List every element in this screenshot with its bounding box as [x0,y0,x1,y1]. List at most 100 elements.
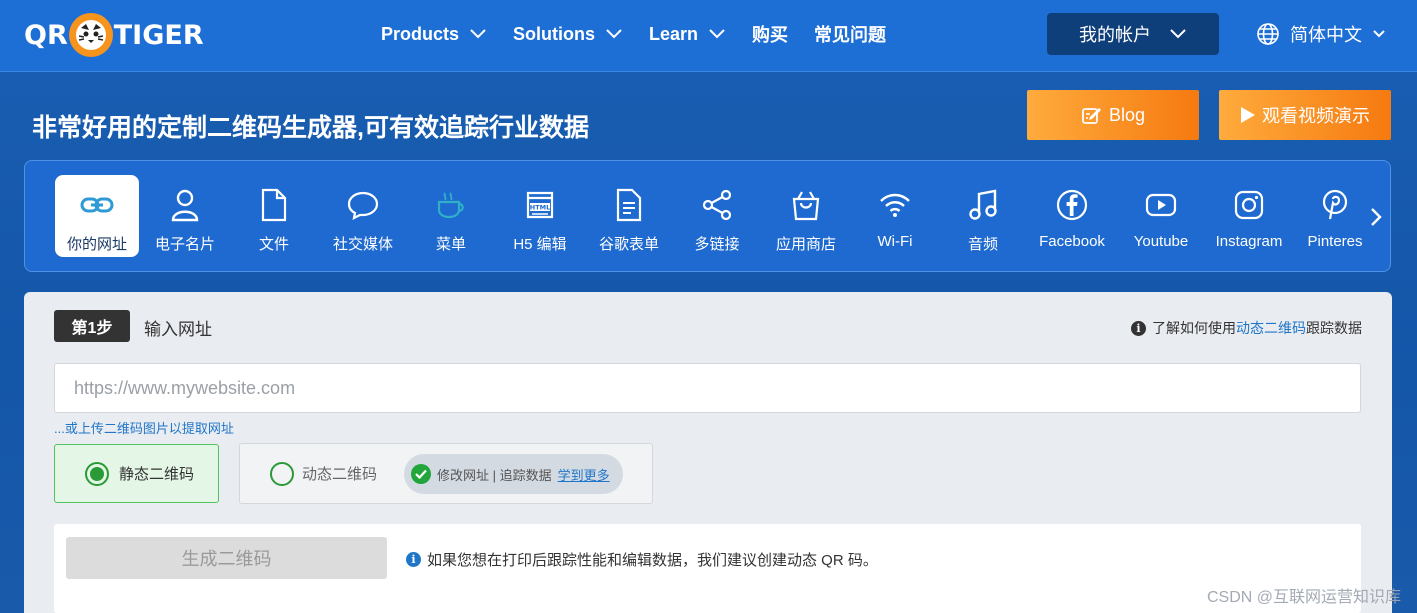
generator-panel: 第1步 输入网址 i 了解如何使用动态二维码跟踪数据 ...或上传二维码图片以提… [24,292,1392,613]
generate-tip-text: 如果您想在打印后跟踪性能和编辑数据，我们建议创建动态 QR 码。 [427,552,878,569]
chevron-down-icon [606,29,622,39]
chevron-down-icon [709,29,725,39]
html-icon: HTML [526,191,554,219]
category-social-media[interactable]: 社交媒体 [321,175,405,257]
shopping-bag-icon [792,191,820,221]
svg-text:HTML: HTML [530,204,550,212]
radio-unselected [270,461,294,486]
nav-buy-label: 购买 [752,25,789,45]
qr-type-strip: 你的网址 电子名片 文件 社交媒体 菜单 HTML H5 编辑 谷歌表单 多链接… [24,160,1391,272]
category-wifi[interactable]: Wi-Fi [853,175,937,257]
category-label: 电子名片 [154,236,215,253]
category-label: 文件 [258,236,289,253]
category-menu[interactable]: 菜单 [409,175,493,257]
nav-solutions[interactable]: Solutions [513,24,623,45]
nav-faq[interactable]: 常见问题 [814,21,886,47]
form-document-icon [616,188,642,222]
file-icon [261,188,287,222]
edit-icon [1082,108,1101,124]
generate-area: 生成二维码 i 如果您想在打印后跟踪性能和编辑数据，我们建议创建动态 QR 码。 [54,524,1361,613]
watch-video-button[interactable]: 观看视频演示 [1219,90,1391,140]
qrtiger-logo[interactable]: QR TIGER [24,10,204,60]
tiger-head-icon [68,13,113,57]
nav-solutions-label: Solutions [513,23,596,44]
step-badge: 第1步 [54,310,130,342]
category-label: 你的网址 [66,236,127,253]
play-icon [1241,107,1255,123]
info-icon: i [406,552,421,567]
chevron-down-icon [1170,29,1186,39]
category-h5-editor[interactable]: HTML H5 编辑 [498,175,582,257]
category-label: Instagram [1215,233,1283,250]
nav-faq-label: 常见问题 [814,25,887,45]
scroll-right-arrow[interactable] [1366,201,1386,233]
static-qr-option[interactable]: 静态二维码 [54,444,219,503]
wifi-icon [880,193,910,217]
language-selector[interactable]: 简体中文 [1256,20,1386,48]
category-vcard[interactable]: 电子名片 [143,175,227,257]
logo-text-left: QR [24,19,68,51]
nav-buy[interactable]: 购买 [752,21,788,47]
logo-text-right: TIGER [113,19,204,51]
category-label: Wi-Fi [877,233,913,250]
generate-tip: i 如果您想在打印后跟踪性能和编辑数据，我们建议创建动态 QR 码。 [406,549,878,570]
chevron-down-icon [1373,30,1385,38]
url-input[interactable] [54,363,1361,413]
chevron-right-icon [1371,208,1382,226]
check-circle-icon [411,464,431,484]
learn-more-link[interactable]: 学到更多 [558,465,610,484]
radio-selected [85,461,109,486]
dynamic-qr-option[interactable]: 动态二维码 修改网址 | 追踪数据 学到更多 [239,443,653,504]
watch-video-label: 观看视频演示 [1262,106,1370,126]
category-label: 谷歌表单 [598,236,659,253]
blog-label: Blog [1108,104,1146,125]
generate-qr-button[interactable]: 生成二维码 [66,537,387,579]
category-facebook[interactable]: Facebook [1030,175,1114,257]
category-label: 社交媒体 [332,236,393,253]
learn-dynamic-hint: i 了解如何使用动态二维码跟踪数据 [1131,318,1362,338]
step-label: 输入网址 [144,320,212,339]
dynamic-features-text: 修改网址 | 追踪数据 [437,467,552,483]
category-label: 菜单 [435,236,466,253]
category-pinterest[interactable]: Pinteres [1295,175,1375,257]
coffee-cup-icon [437,192,464,219]
nav-learn[interactable]: Learn [649,24,726,45]
account-label: 我的帐户 [1079,25,1151,45]
page-title: 非常好用的定制二维码生成器,可有效追踪行业数据 [32,114,589,142]
category-label: Pinteres [1307,233,1363,250]
category-youtube[interactable]: Youtube [1119,175,1203,257]
chat-bubble-icon [347,191,379,220]
nav-products[interactable]: Products [381,24,487,45]
dynamic-features-pill: 修改网址 | 追踪数据 学到更多 [404,454,623,494]
category-google-form[interactable]: 谷歌表单 [587,175,671,257]
category-label: 音频 [967,236,998,253]
category-file[interactable]: 文件 [232,175,316,257]
category-label: 应用商店 [775,236,836,253]
youtube-icon [1145,193,1177,217]
static-qr-label: 静态二维码 [119,466,195,483]
category-label: Youtube [1133,233,1189,250]
person-icon [171,189,199,222]
account-menu-button[interactable]: 我的帐户 [1047,13,1219,55]
category-audio[interactable]: 音频 [941,175,1025,257]
globe-icon [1257,23,1279,45]
category-instagram[interactable]: Instagram [1207,175,1291,257]
category-label: H5 编辑 [513,236,567,253]
learn-dynamic-link[interactable]: 动态二维码 [1236,320,1306,336]
chevron-down-icon [470,29,486,39]
nav-products-label: Products [381,23,460,44]
csdn-watermark: CSDN @互联网运营知识库 [1206,589,1401,606]
learn-prefix: 了解如何使用 [1152,320,1236,336]
language-label: 简体中文 [1290,25,1362,45]
category-multi-link[interactable]: 多链接 [675,175,759,257]
category-app-store[interactable]: 应用商店 [764,175,848,257]
blog-button[interactable]: Blog [1027,90,1199,140]
info-icon: i [1131,320,1146,336]
category-url[interactable]: 你的网址 [55,175,139,257]
dynamic-qr-label: 动态二维码 [302,466,378,483]
upload-qr-image-link[interactable]: ...或上传二维码图片以提取网址 [54,418,234,437]
music-note-icon [969,189,997,220]
instagram-icon [1234,190,1264,220]
pinterest-icon [1322,189,1348,220]
nav-learn-label: Learn [649,23,699,44]
